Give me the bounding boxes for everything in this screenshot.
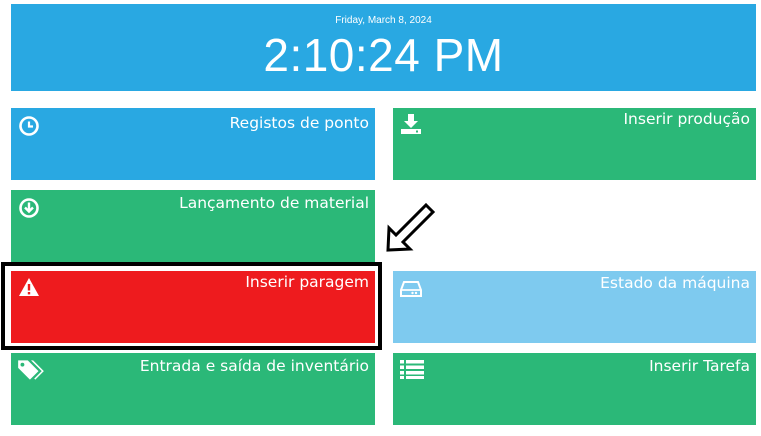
clock-icon xyxy=(19,116,39,136)
tile-entrada-e-saida-de-inventario[interactable]: Entrada e saída de inventário xyxy=(11,353,375,425)
tile-label: Inserir produção xyxy=(623,110,750,128)
tile-label: Lançamento de material xyxy=(179,194,369,212)
tags-icon xyxy=(18,360,44,380)
hard-drive-icon xyxy=(400,281,422,297)
clock-header: Friday, March 8, 2024 2:10:24 PM xyxy=(11,4,756,91)
tile-label: Estado da máquina xyxy=(600,274,750,292)
tile-label: Entrada e saída de inventário xyxy=(139,357,369,375)
current-time: 2:10:24 PM xyxy=(263,29,504,81)
arrow-circle-down-icon xyxy=(19,198,39,218)
tile-label: Registos de ponto xyxy=(229,114,369,132)
current-date: Friday, March 8, 2024 xyxy=(335,15,432,26)
tile-estado-da-maquina[interactable]: Estado da máquina xyxy=(393,271,756,343)
list-icon xyxy=(400,360,424,379)
highlight-box xyxy=(1,262,382,350)
tile-registos-de-ponto[interactable]: Registos de ponto xyxy=(11,108,375,180)
download-icon xyxy=(401,114,421,134)
tile-label: Inserir Tarefa xyxy=(649,357,750,375)
pointer-arrow-icon xyxy=(386,202,436,252)
tile-inserir-tarefa[interactable]: Inserir Tarefa xyxy=(393,353,756,425)
tile-inserir-producao[interactable]: Inserir produção xyxy=(393,108,756,180)
tile-lancamento-de-material[interactable]: Lançamento de material xyxy=(11,190,375,262)
